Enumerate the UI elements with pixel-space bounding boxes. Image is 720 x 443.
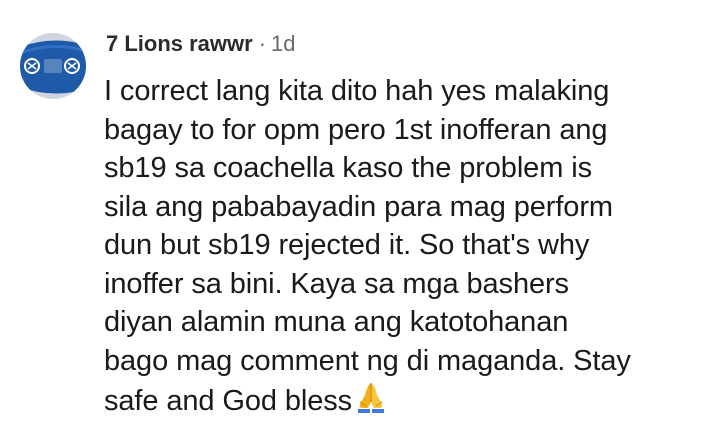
comment-line: dun but sb19 rejected it. So that's why [104,229,590,261]
comment-line: diyan alamin muna ang katotohanan [104,306,569,338]
comment-line: I correct lang kita dito hah yes malakin… [104,75,610,107]
team-logo-avatar-icon [20,33,86,99]
folded-hands-icon [354,380,388,425]
comment-line: bago mag comment ng di maganda. Stay [104,344,631,377]
comment-last-line: safe and God bless [104,380,704,425]
comment-line-text: safe and God bless [104,385,353,417]
comment-line: sb19 sa coachella kaso the problem is [104,152,592,184]
comment: 7 Lions rawwr · 1d I correct lang kita d… [0,0,720,443]
timestamp: 1d [271,31,296,56]
avatar[interactable] [20,33,86,99]
comment-meta: 7 Lions rawwr · 1d [106,30,296,58]
comment-body: I correct lang kita dito hah yes malakin… [104,72,704,425]
comment-line: sila ang pababayadin para mag perform [104,190,613,223]
comment-line: inoffer sa bini. Kaya sa mga bashers [104,267,569,300]
meta-separator: · [258,31,267,56]
author-name[interactable]: 7 Lions rawwr [106,30,253,58]
comment-line: bagay to for opm pero 1st inofferan ang [104,113,608,146]
